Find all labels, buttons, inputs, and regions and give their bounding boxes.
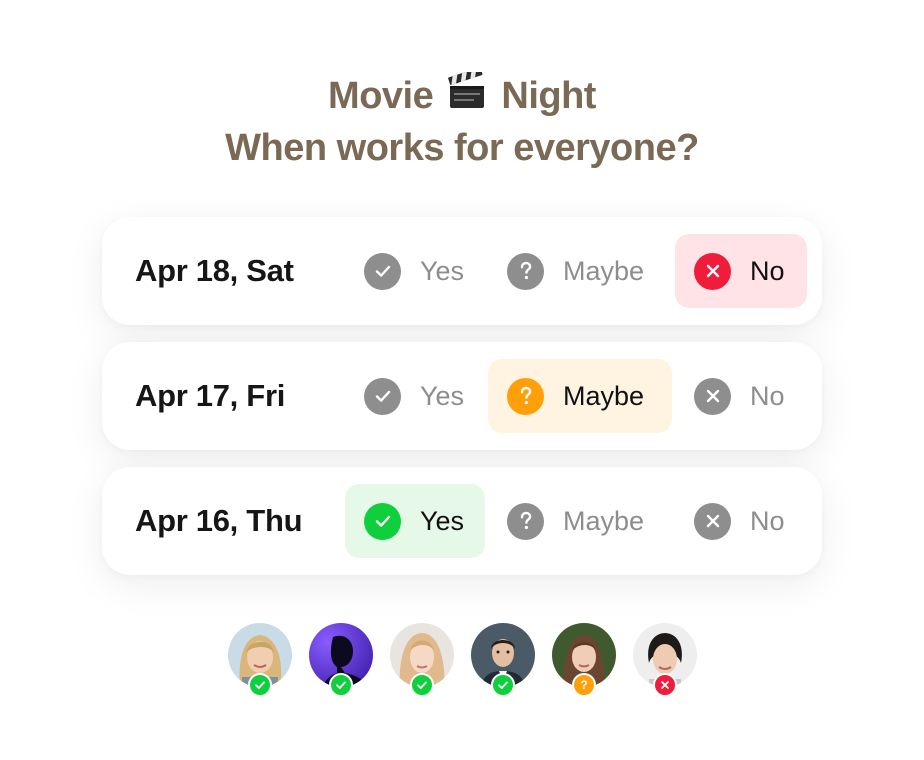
status-no-badge	[653, 673, 677, 697]
participants-row: ?	[228, 623, 708, 703]
check-icon	[364, 502, 401, 540]
title-line-2: When works for everyone?	[225, 127, 699, 169]
participant-avatar[interactable]	[471, 623, 535, 697]
no-label: No	[750, 380, 785, 411]
title-movie: Movie	[328, 75, 434, 117]
participant-avatar[interactable]	[633, 623, 697, 697]
close-icon	[694, 252, 731, 290]
question-icon	[507, 502, 544, 540]
question-icon	[507, 252, 544, 290]
status-maybe-badge: ?	[572, 673, 596, 697]
title-line-1: Movie Night	[0, 67, 924, 124]
maybe-option-selected[interactable]: Maybe	[488, 359, 672, 433]
page-title: Movie Night When works for everyone?	[0, 67, 924, 172]
date-row-apr-16: Apr 16, Thu Yes Maybe No	[102, 467, 822, 575]
date-row-apr-18: Apr 18, Sat Yes Maybe No	[102, 217, 822, 325]
status-yes-badge	[248, 673, 272, 697]
clapper-board-icon	[447, 67, 487, 124]
no-label: No	[750, 505, 785, 536]
status-yes-badge	[410, 673, 434, 697]
participant-avatar[interactable]	[228, 623, 292, 697]
date-options-list: Apr 18, Sat Yes Maybe No Apr 17, Fri Yes…	[102, 217, 822, 592]
date-label: Apr 16, Thu	[135, 503, 303, 538]
question-icon	[507, 377, 544, 415]
yes-label: Yes	[420, 255, 465, 286]
status-yes-badge	[329, 673, 353, 697]
title-night: Night	[501, 75, 596, 117]
maybe-label: Maybe	[563, 255, 645, 286]
no-label: No	[750, 255, 785, 286]
close-icon	[694, 377, 731, 415]
no-option[interactable]: No	[675, 359, 807, 433]
yes-option-selected[interactable]: Yes	[345, 484, 485, 558]
yes-label: Yes	[420, 505, 465, 536]
close-icon	[694, 502, 731, 540]
no-option[interactable]: No	[675, 484, 807, 558]
participant-avatar[interactable]	[390, 623, 454, 697]
date-label: Apr 18, Sat	[135, 253, 294, 288]
no-option-selected[interactable]: No	[675, 234, 807, 308]
status-yes-badge	[491, 673, 515, 697]
maybe-label: Maybe	[563, 380, 645, 411]
date-label: Apr 17, Fri	[135, 378, 286, 413]
maybe-option[interactable]: Maybe	[488, 484, 672, 558]
yes-option[interactable]: Yes	[345, 234, 485, 308]
maybe-option[interactable]: Maybe	[488, 234, 672, 308]
maybe-label: Maybe	[563, 505, 645, 536]
yes-label: Yes	[420, 380, 465, 411]
check-icon	[364, 377, 401, 415]
participant-avatar[interactable]: ?	[552, 623, 616, 697]
check-icon	[364, 252, 401, 290]
date-row-apr-17: Apr 17, Fri Yes Maybe No	[102, 342, 822, 450]
yes-option[interactable]: Yes	[345, 359, 485, 433]
participant-avatar[interactable]	[309, 623, 373, 697]
